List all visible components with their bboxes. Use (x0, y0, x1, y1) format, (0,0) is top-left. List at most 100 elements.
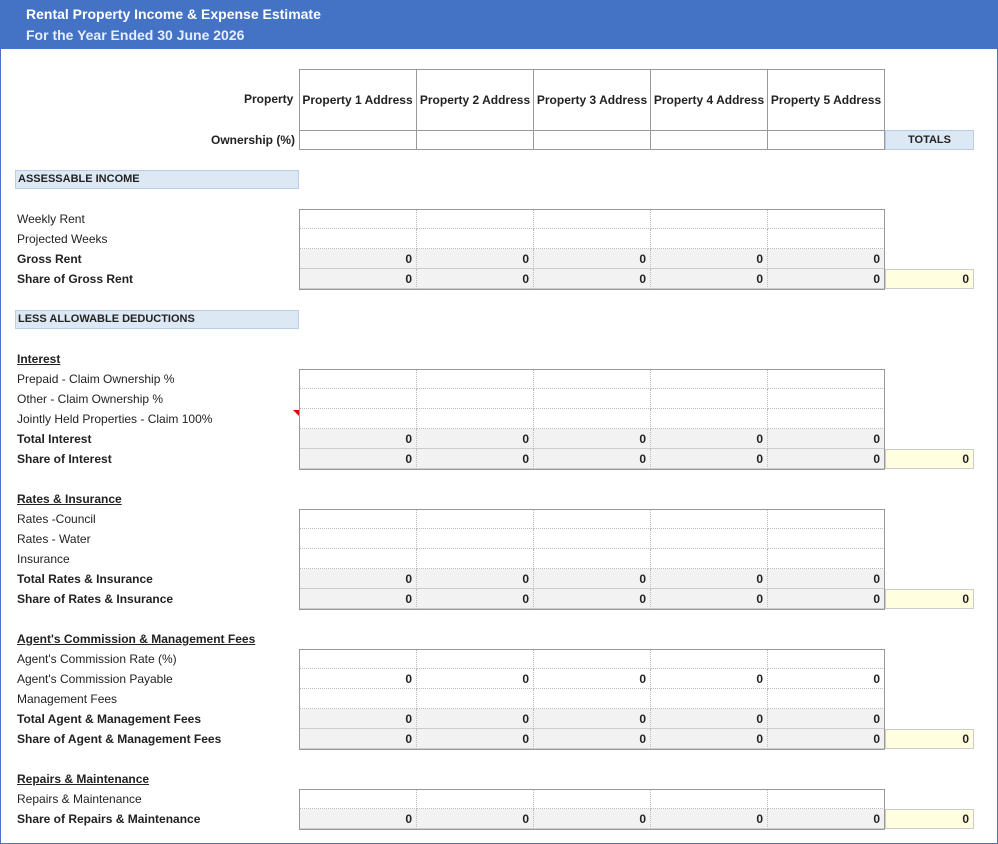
total-rates-cell-3[interactable]: 0 (534, 569, 651, 589)
gross-rent-cell-3[interactable]: 0 (534, 249, 651, 269)
rates-water-cell-3[interactable] (534, 529, 651, 549)
ownership-input-5[interactable] (768, 130, 885, 150)
total-interest-cell-1[interactable]: 0 (299, 429, 417, 449)
share-interest-cell-5[interactable]: 0 (768, 449, 885, 469)
weekly-rent-cell-3[interactable] (534, 209, 651, 229)
prepaid-cell-5[interactable] (768, 369, 885, 389)
total-agent-cell-1[interactable]: 0 (299, 709, 417, 729)
share-gross-rent-cell-2[interactable]: 0 (417, 269, 534, 289)
agent-rate-cell-2[interactable] (417, 649, 534, 669)
total-agent-cell-4[interactable]: 0 (651, 709, 768, 729)
property-1-header[interactable]: Property 1 Address (299, 69, 417, 130)
repairs-cell-4[interactable] (651, 789, 768, 809)
other-interest-cell-3[interactable] (534, 389, 651, 409)
jointly-held-cell-5[interactable] (768, 409, 885, 429)
insurance-cell-2[interactable] (417, 549, 534, 569)
other-interest-cell-2[interactable] (417, 389, 534, 409)
jointly-held-cell-2[interactable] (417, 409, 534, 429)
share-agent-cell-2[interactable]: 0 (417, 729, 534, 749)
jointly-held-cell-4[interactable] (651, 409, 768, 429)
rates-water-cell-4[interactable] (651, 529, 768, 549)
ownership-input-4[interactable] (651, 130, 768, 150)
weekly-rent-cell-1[interactable] (299, 209, 417, 229)
rates-council-cell-5[interactable] (768, 509, 885, 529)
prepaid-cell-4[interactable] (651, 369, 768, 389)
share-gross-rent-cell-5[interactable]: 0 (768, 269, 885, 289)
total-interest-cell-2[interactable]: 0 (417, 429, 534, 449)
repairs-cell-2[interactable] (417, 789, 534, 809)
share-gross-rent-cell-3[interactable]: 0 (534, 269, 651, 289)
property-3-header[interactable]: Property 3 Address (534, 69, 651, 130)
rates-water-cell-5[interactable] (768, 529, 885, 549)
share-repairs-cell-5[interactable]: 0 (768, 809, 885, 829)
weekly-rent-cell-5[interactable] (768, 209, 885, 229)
share-repairs-cell-2[interactable]: 0 (417, 809, 534, 829)
management-fees-cell-5[interactable] (768, 689, 885, 709)
share-repairs-cell-1[interactable]: 0 (299, 809, 417, 829)
total-interest-cell-3[interactable]: 0 (534, 429, 651, 449)
rates-water-cell-1[interactable] (299, 529, 417, 549)
projected-weeks-cell-4[interactable] (651, 229, 768, 249)
repairs-cell-3[interactable] (534, 789, 651, 809)
agent-rate-cell-1[interactable] (299, 649, 417, 669)
agent-rate-cell-3[interactable] (534, 649, 651, 669)
projected-weeks-cell-1[interactable] (299, 229, 417, 249)
rates-council-cell-3[interactable] (534, 509, 651, 529)
share-rates-cell-5[interactable]: 0 (768, 589, 885, 609)
property-2-header[interactable]: Property 2 Address (417, 69, 534, 130)
total-interest-cell-4[interactable]: 0 (651, 429, 768, 449)
insurance-cell-5[interactable] (768, 549, 885, 569)
share-interest-cell-2[interactable]: 0 (417, 449, 534, 469)
other-interest-cell-4[interactable] (651, 389, 768, 409)
total-agent-cell-2[interactable]: 0 (417, 709, 534, 729)
ownership-input-2[interactable] (417, 130, 534, 150)
insurance-cell-1[interactable] (299, 549, 417, 569)
rates-council-cell-2[interactable] (417, 509, 534, 529)
property-4-header[interactable]: Property 4 Address (651, 69, 768, 130)
total-interest-cell-5[interactable]: 0 (768, 429, 885, 449)
total-agent-cell-3[interactable]: 0 (534, 709, 651, 729)
agent-payable-cell-3[interactable]: 0 (534, 669, 651, 689)
management-fees-cell-2[interactable] (417, 689, 534, 709)
other-interest-cell-5[interactable] (768, 389, 885, 409)
total-rates-cell-2[interactable]: 0 (417, 569, 534, 589)
projected-weeks-cell-2[interactable] (417, 229, 534, 249)
rates-water-cell-2[interactable] (417, 529, 534, 549)
ownership-input-1[interactable] (299, 130, 417, 150)
total-rates-cell-5[interactable]: 0 (768, 569, 885, 589)
share-rates-cell-4[interactable]: 0 (651, 589, 768, 609)
gross-rent-cell-1[interactable]: 0 (299, 249, 417, 269)
agent-rate-cell-5[interactable] (768, 649, 885, 669)
property-5-header[interactable]: Property 5 Address (768, 69, 885, 130)
share-gross-rent-cell-4[interactable]: 0 (651, 269, 768, 289)
share-interest-cell-1[interactable]: 0 (299, 449, 417, 469)
share-agent-cell-4[interactable]: 0 (651, 729, 768, 749)
share-agent-cell-5[interactable]: 0 (768, 729, 885, 749)
agent-payable-cell-2[interactable]: 0 (417, 669, 534, 689)
other-interest-cell-1[interactable] (299, 389, 417, 409)
ownership-input-3[interactable] (534, 130, 651, 150)
share-agent-cell-3[interactable]: 0 (534, 729, 651, 749)
share-agent-cell-1[interactable]: 0 (299, 729, 417, 749)
total-agent-cell-5[interactable]: 0 (768, 709, 885, 729)
share-gross-rent-cell-1[interactable]: 0 (299, 269, 417, 289)
weekly-rent-cell-4[interactable] (651, 209, 768, 229)
rates-council-cell-4[interactable] (651, 509, 768, 529)
management-fees-cell-1[interactable] (299, 689, 417, 709)
prepaid-cell-3[interactable] (534, 369, 651, 389)
management-fees-cell-3[interactable] (534, 689, 651, 709)
share-interest-cell-3[interactable]: 0 (534, 449, 651, 469)
prepaid-cell-2[interactable] (417, 369, 534, 389)
share-rates-cell-2[interactable]: 0 (417, 589, 534, 609)
repairs-cell-5[interactable] (768, 789, 885, 809)
agent-payable-cell-5[interactable]: 0 (768, 669, 885, 689)
gross-rent-cell-5[interactable]: 0 (768, 249, 885, 269)
insurance-cell-3[interactable] (534, 549, 651, 569)
projected-weeks-cell-5[interactable] (768, 229, 885, 249)
projected-weeks-cell-3[interactable] (534, 229, 651, 249)
total-rates-cell-4[interactable]: 0 (651, 569, 768, 589)
share-repairs-cell-3[interactable]: 0 (534, 809, 651, 829)
share-rates-cell-3[interactable]: 0 (534, 589, 651, 609)
prepaid-cell-1[interactable] (299, 369, 417, 389)
agent-rate-cell-4[interactable] (651, 649, 768, 669)
